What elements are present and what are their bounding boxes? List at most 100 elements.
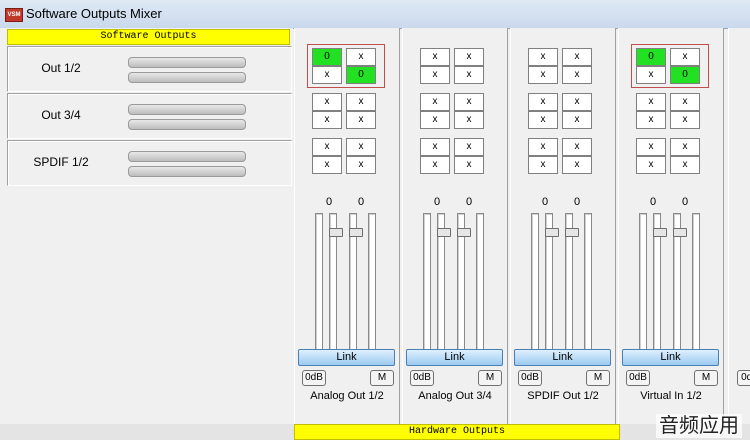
channel-label: SPDIF Out 1/2: [527, 390, 599, 402]
mute-button[interactable]: M: [478, 370, 502, 386]
software-output-row-2: Out 3/4: [7, 93, 292, 139]
hardware-outputs-banner: Hardware Outputs: [294, 424, 620, 440]
gain-value-left: 0: [325, 196, 333, 208]
routing-cell[interactable]: x: [636, 156, 666, 174]
mute-button[interactable]: M: [586, 370, 610, 386]
channel-strip: 0 x x 0 x x x x x x x x 0 0 Link 0dB M Analog Out 1/2: [294, 28, 400, 424]
zero-db-button[interactable]: 0dB: [518, 370, 542, 386]
routing-cell[interactable]: x: [312, 93, 342, 111]
routing-cell[interactable]: x: [528, 156, 558, 174]
gain-value-left: 0: [649, 196, 657, 208]
zero-db-button[interactable]: 0dB: [302, 370, 326, 386]
watermark: 音频应用: [656, 414, 742, 438]
link-button[interactable]: Link: [622, 349, 719, 366]
routing-cell[interactable]: x: [420, 111, 450, 129]
routing-cell[interactable]: x: [562, 48, 592, 66]
routing-grid: 0xx0xxxxxxxx: [631, 44, 709, 178]
routing-cell[interactable]: x: [312, 111, 342, 129]
title-bar: VSM Software Outputs Mixer: [0, 0, 750, 29]
mute-button[interactable]: M: [370, 370, 394, 386]
routing-cell[interactable]: x: [346, 111, 376, 129]
channel-strip: x x x x x x x x x x x x 0 0 Link 0dB M SPDIF Out 1/2: [510, 28, 616, 424]
routing-cell[interactable]: x: [670, 111, 700, 129]
routing-cell[interactable]: x: [420, 93, 450, 111]
fader-thumb-left[interactable]: [545, 228, 559, 237]
routing-cell[interactable]: x: [420, 48, 450, 66]
software-outputs-banner: Software Outputs: [7, 29, 290, 45]
routing-cell[interactable]: x: [562, 138, 592, 156]
fader-track-outer-right: [692, 213, 700, 355]
routing-cell[interactable]: x: [346, 156, 376, 174]
fader-track-outer-right: [476, 213, 484, 355]
routing-cell[interactable]: x: [454, 93, 484, 111]
software-output-row-1: Out 1/2: [7, 46, 292, 92]
zero-db-button[interactable]: 0dB: [626, 370, 650, 386]
routing-cell[interactable]: x: [528, 111, 558, 129]
output-level-bar-left: [128, 57, 246, 68]
fader-thumb-left[interactable]: [437, 228, 451, 237]
fader-thumb-right[interactable]: [565, 228, 579, 237]
routing-cell[interactable]: x: [454, 111, 484, 129]
gain-value-left: 0: [541, 196, 549, 208]
routing-grid: xxxxxxxxxxxx: [420, 48, 490, 178]
channel-strip: 0 x x 0 x x x x x x x x 0 0 Link 0dB M Virtual In 1/2: [618, 28, 724, 424]
routing-cell[interactable]: x: [528, 93, 558, 111]
fader-thumb-left[interactable]: [653, 228, 667, 237]
fader-track-outer-left: [639, 213, 647, 355]
active-route-highlight: [631, 44, 709, 88]
output-level-bar-right: [128, 72, 246, 83]
routing-cell[interactable]: x: [562, 66, 592, 84]
partial-channel-strip: 0dB: [728, 28, 750, 424]
routing-cell[interactable]: x: [346, 93, 376, 111]
software-output-label: SPDIF 1/2: [33, 155, 89, 169]
active-route-highlight: [307, 44, 385, 88]
routing-cell[interactable]: x: [312, 156, 342, 174]
channel-strip: x x x x x x x x x x x x 0 0 Link 0dB M Analog Out 3/4: [402, 28, 508, 424]
routing-cell[interactable]: x: [454, 156, 484, 174]
channel-label: Virtual In 1/2: [640, 390, 702, 402]
output-level-bar-left: [128, 151, 246, 162]
routing-cell[interactable]: x: [454, 48, 484, 66]
zero-db-button[interactable]: 0dB: [737, 370, 750, 386]
gain-value-left: 0: [433, 196, 441, 208]
fader-track-outer-left: [531, 213, 539, 355]
link-button[interactable]: Link: [406, 349, 503, 366]
routing-grid: 0xx0xxxxxxxx: [307, 44, 385, 178]
fader-track-outer-left: [423, 213, 431, 355]
gain-value-right: 0: [465, 196, 473, 208]
software-output-row-3: SPDIF 1/2: [7, 140, 292, 186]
zero-db-button[interactable]: 0dB: [410, 370, 434, 386]
routing-cell[interactable]: x: [562, 93, 592, 111]
routing-cell[interactable]: x: [636, 138, 666, 156]
output-level-bar-right: [128, 166, 246, 177]
routing-cell[interactable]: x: [420, 138, 450, 156]
routing-cell[interactable]: x: [670, 138, 700, 156]
routing-cell[interactable]: x: [670, 156, 700, 174]
routing-cell[interactable]: x: [420, 156, 450, 174]
routing-cell[interactable]: x: [670, 93, 700, 111]
routing-cell[interactable]: x: [636, 93, 666, 111]
fader-thumb-right[interactable]: [457, 228, 471, 237]
routing-cell[interactable]: x: [454, 66, 484, 84]
gain-value-right: 0: [681, 196, 689, 208]
link-button[interactable]: Link: [514, 349, 611, 366]
fader-thumb-left[interactable]: [329, 228, 343, 237]
app-icon: VSM: [5, 8, 23, 22]
link-button[interactable]: Link: [298, 349, 395, 366]
routing-cell[interactable]: x: [636, 111, 666, 129]
fader-thumb-right[interactable]: [673, 228, 687, 237]
routing-cell[interactable]: x: [420, 66, 450, 84]
gain-value-right: 0: [357, 196, 365, 208]
mute-button[interactable]: M: [694, 370, 718, 386]
routing-cell[interactable]: x: [454, 138, 484, 156]
routing-cell[interactable]: x: [312, 138, 342, 156]
routing-cell[interactable]: x: [346, 138, 376, 156]
routing-cell[interactable]: x: [562, 111, 592, 129]
fader-thumb-right[interactable]: [349, 228, 363, 237]
bottom-bar: Hardware Outputs: [0, 424, 750, 440]
routing-cell[interactable]: x: [528, 66, 558, 84]
channel-label: Analog Out 1/2: [310, 390, 384, 402]
routing-cell[interactable]: x: [528, 138, 558, 156]
routing-cell[interactable]: x: [562, 156, 592, 174]
routing-cell[interactable]: x: [528, 48, 558, 66]
